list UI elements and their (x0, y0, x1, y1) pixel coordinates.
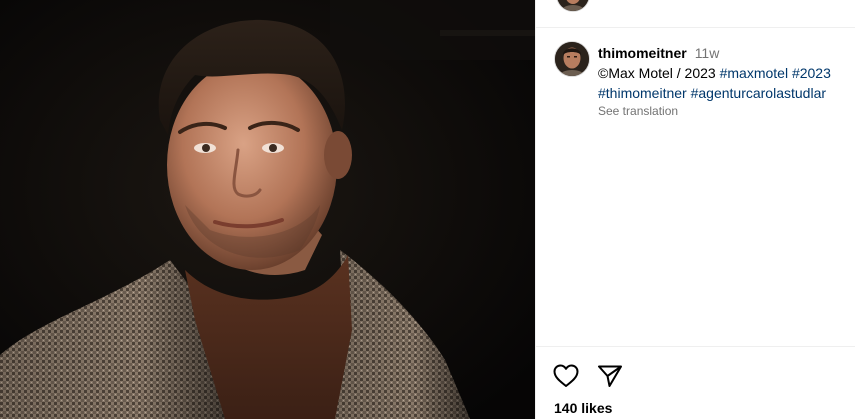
post-side-panel: thimomeitner 11w ©Max Motel / 2023 #maxmo… (535, 0, 855, 419)
caption-avatar[interactable] (554, 41, 590, 77)
avatar-image (557, 0, 589, 11)
hashtag-link[interactable]: #agenturcarolastudlar (691, 85, 826, 101)
caption-line-2: #thimomeitner #agenturcarolastudlar (598, 83, 855, 103)
caption-line-1: ©Max Motel / 2023 #maxmotel #2023 (598, 63, 855, 83)
heart-outline-icon (553, 364, 579, 387)
post-actions (552, 360, 624, 392)
post-caption: thimomeitner 11w ©Max Motel / 2023 #maxmo… (598, 43, 855, 119)
instagram-post-view: thimomeitner 11w ©Max Motel / 2023 #maxmo… (0, 0, 855, 419)
header-divider (536, 27, 855, 28)
portrait-image (0, 0, 535, 419)
avatar-image (555, 42, 589, 76)
actions-divider (536, 346, 855, 347)
hashtag-link[interactable]: #2023 (792, 65, 831, 81)
caption-header: thimomeitner 11w (598, 43, 855, 63)
share-button[interactable] (596, 362, 624, 390)
see-translation-link[interactable]: See translation (598, 103, 855, 119)
like-button[interactable] (552, 362, 580, 390)
caption-text: ©Max Motel / 2023 (598, 65, 720, 81)
post-photo[interactable] (0, 0, 535, 419)
likes-count[interactable]: 140 likes (554, 399, 612, 417)
paper-plane-icon (598, 365, 622, 387)
hashtag-link[interactable]: #maxmotel (720, 65, 788, 81)
post-time[interactable]: 11w (695, 45, 720, 61)
author-username[interactable]: thimomeitner (598, 45, 687, 61)
header-avatar[interactable] (556, 0, 590, 12)
hashtag-link[interactable]: #thimomeitner (598, 85, 687, 101)
